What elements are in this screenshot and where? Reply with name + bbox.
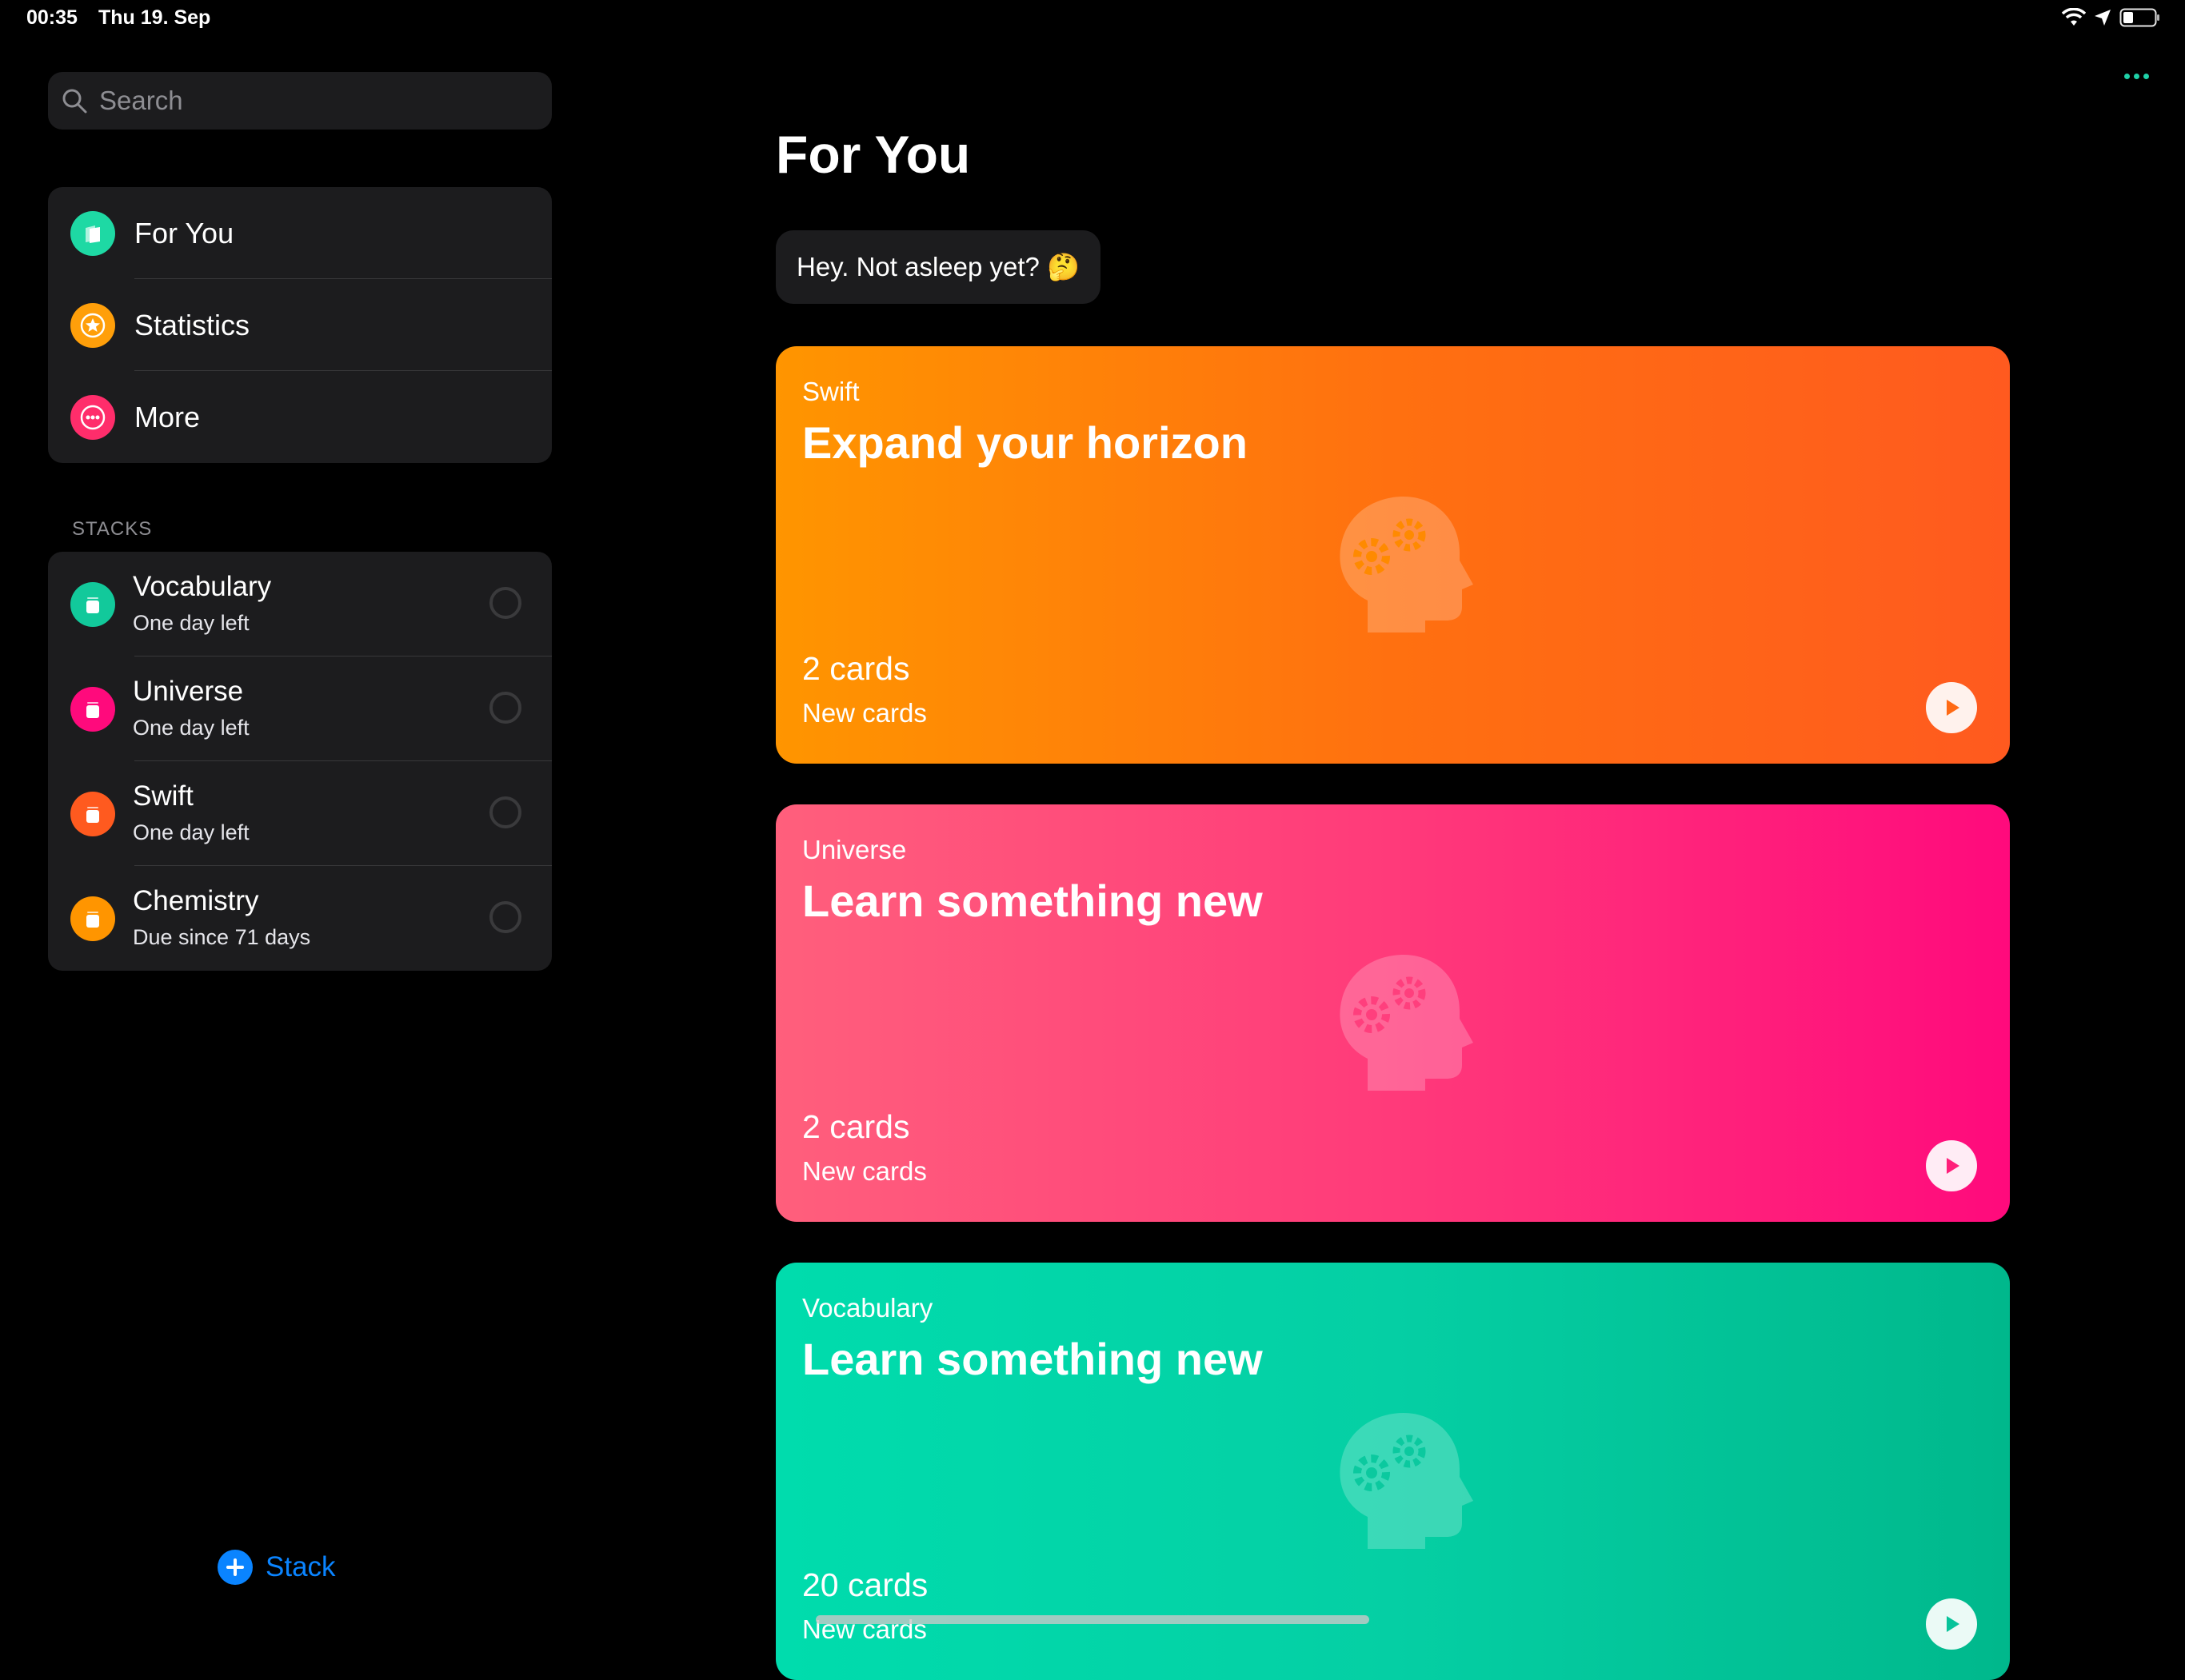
card-count: 2 cards [802, 1108, 910, 1145]
search-bar[interactable] [48, 72, 552, 130]
star-icon [70, 303, 115, 348]
brain-gears-icon [1340, 497, 1473, 632]
stack-item-vocabulary[interactable]: Vocabulary One day left [48, 552, 552, 656]
stack-icon [70, 687, 115, 732]
play-icon [1947, 1616, 1959, 1632]
stack-icon [70, 792, 115, 836]
nav-item-more[interactable]: More [48, 371, 552, 463]
status-date: Thu 19. Sep [98, 6, 211, 29]
add-stack-button[interactable]: Stack [218, 1550, 336, 1585]
card-stack-name: Universe [802, 835, 907, 864]
nav-item-statistics[interactable]: Statistics [48, 279, 552, 371]
stacks-list: Vocabulary One day left Universe One day… [48, 552, 552, 971]
card-headline: Expand your horizon [802, 417, 1248, 468]
stack-item-universe[interactable]: Universe One day left [48, 656, 552, 761]
nav-item-label: For You [134, 216, 234, 249]
study-card-universe[interactable]: Universe Learn something new 2 cards New… [776, 804, 2010, 1222]
brain-gears-icon [1340, 1413, 1473, 1549]
horizontal-scroll-indicator[interactable] [816, 1615, 1369, 1624]
card-headline: Learn something new [802, 876, 1263, 926]
location-arrow-icon [2095, 10, 2111, 26]
stack-select-toggle[interactable] [489, 587, 521, 619]
play-button[interactable] [1926, 682, 1977, 733]
card-count: 2 cards [802, 650, 910, 687]
card-subtitle: New cards [802, 698, 927, 728]
stack-icon [70, 896, 115, 941]
stack-due: Due since 71 days [133, 925, 311, 949]
ellipsis-icon [70, 395, 115, 440]
study-card-swift[interactable]: Swift Expand your horizon 2 cards New ca… [776, 346, 2010, 764]
play-button[interactable] [1926, 1598, 1977, 1650]
stack-name: Swift [133, 780, 194, 812]
battery-icon [2119, 8, 2159, 27]
stack-name: Universe [133, 676, 244, 707]
card-count: 20 cards [802, 1566, 929, 1603]
add-stack-label: Stack [266, 1551, 336, 1582]
stack-icon [70, 582, 115, 627]
status-icons [2062, 8, 2161, 27]
primary-nav: For You Statistics More [48, 187, 552, 463]
plus-circle-icon [218, 1550, 253, 1585]
card-stack-name: Vocabulary [802, 1293, 933, 1323]
nav-item-label: Statistics [134, 308, 250, 341]
play-icon [1947, 1158, 1959, 1174]
card-stack-name: Swift [802, 377, 860, 406]
stack-due: One day left [133, 611, 250, 635]
search-input[interactable] [98, 85, 533, 117]
stack-select-toggle[interactable] [489, 692, 521, 724]
stack-name: Chemistry [133, 885, 259, 916]
play-button[interactable] [1926, 1140, 1977, 1191]
nav-item-label: More [134, 400, 201, 433]
stack-name: Vocabulary [133, 571, 272, 602]
status-time: 00:35 [26, 6, 78, 29]
stack-due: One day left [133, 716, 250, 740]
more-options-button[interactable] [2124, 74, 2149, 79]
stack-due: One day left [133, 820, 250, 844]
play-icon [1947, 700, 1959, 716]
greeting-bubble: Hey. Not asleep yet? 🤔 [776, 230, 1101, 304]
stacks-section-header: STACKS [72, 518, 153, 540]
card-headline: Learn something new [802, 1334, 1263, 1384]
card-subtitle: New cards [802, 1156, 927, 1186]
nav-item-for-you[interactable]: For You [48, 187, 552, 279]
page-title: For You [776, 125, 971, 184]
stack-select-toggle[interactable] [489, 901, 521, 933]
cards-icon [70, 211, 115, 256]
stack-item-swift[interactable]: Swift One day left [48, 761, 552, 866]
stack-select-toggle[interactable] [489, 796, 521, 828]
search-icon [62, 89, 87, 114]
wifi-icon [2062, 8, 2086, 26]
brain-gears-icon [1340, 955, 1473, 1091]
stack-item-chemistry[interactable]: Chemistry Due since 71 days [48, 866, 552, 971]
